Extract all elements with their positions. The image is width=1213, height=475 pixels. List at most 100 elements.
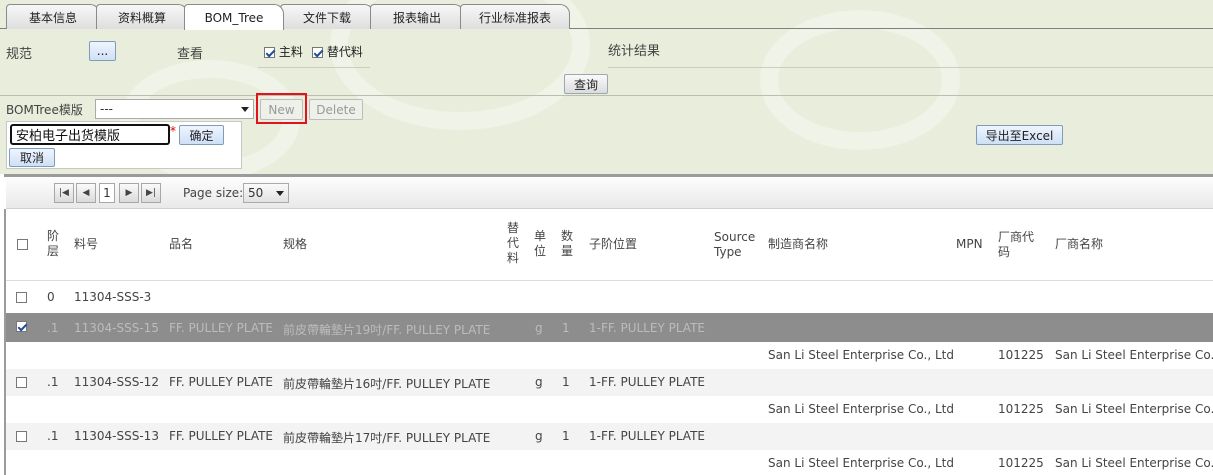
divider xyxy=(608,67,1213,68)
cell-spec: 前皮帶輪墊片16吋/FF. PULLEY PLATE xyxy=(283,377,491,391)
cell-vendor-code: 101225 xyxy=(998,402,1044,416)
cell-qty: 1 xyxy=(562,321,570,335)
row-checkbox[interactable] xyxy=(16,377,27,388)
row-checkbox[interactable] xyxy=(16,321,27,332)
cell-vendor-name: San Li Steel Enterprise Co., L xyxy=(1055,348,1213,362)
table-row[interactable]: .1 11304-SSS-12 FF. PULLEY PLATE 前皮帶輪墊片1… xyxy=(6,369,1213,396)
tab-industry-report[interactable]: 行业标准报表 xyxy=(460,4,570,29)
column-header-substitute[interactable]: 替代料 xyxy=(507,221,519,266)
filter-panel: 基本信息 资料概算 BOM_Tree 文件下载 报表输出 行业标准报表 规范 .… xyxy=(0,0,1213,174)
column-header-source-type[interactable]: Source Type xyxy=(714,230,762,260)
vendor-row: San Li Steel Enterprise Co., Ltd 101225 … xyxy=(6,450,1213,475)
cell-manufacturer: San Li Steel Enterprise Co., Ltd xyxy=(768,348,954,362)
cell-vendor-name: San Li Steel Enterprise Co., L xyxy=(1055,456,1213,470)
template-name-input[interactable]: 安柏电子出货模版 xyxy=(10,124,170,145)
vendor-row: San Li Steel Enterprise Co., Ltd 101225 … xyxy=(6,396,1213,423)
next-page-icon[interactable]: ▶ xyxy=(119,183,139,203)
delete-button[interactable]: Delete xyxy=(309,99,363,120)
view-label: 查看 xyxy=(177,47,204,62)
column-header-manufacturer[interactable]: 制造商名称 xyxy=(768,237,828,252)
tab-basic-info[interactable]: 基本信息 xyxy=(6,4,100,29)
cell-part-no: 11304-SSS-12 xyxy=(74,375,159,389)
cell-sub-position: 1-FF. PULLEY PLATE xyxy=(589,375,705,389)
cell-level: .1 xyxy=(47,429,59,443)
page-size-select[interactable]: 50 xyxy=(243,183,289,203)
pager: |◀ ◀ 1 ▶ ▶| Page size: 50 xyxy=(6,177,1213,209)
column-header-qty[interactable]: 数量 xyxy=(561,229,573,259)
template-label: BOMTree模版 xyxy=(6,103,83,117)
required-mark: * xyxy=(170,124,176,138)
export-excel-button[interactable]: 导出至Excel xyxy=(976,125,1063,145)
column-header-unit[interactable]: 单位 xyxy=(534,229,546,259)
column-header-part-no[interactable]: 料号 xyxy=(74,237,98,252)
background-swirl xyxy=(760,10,960,150)
cell-vendor-code: 101225 xyxy=(998,456,1044,470)
cell-name: FF. PULLEY PLATE xyxy=(169,375,274,389)
cell-spec: 前皮帶輪墊片17吋/FF. PULLEY PLATE xyxy=(283,431,491,445)
page-size-value: 50 xyxy=(248,186,264,200)
tab-data-estimate[interactable]: 资料概算 xyxy=(96,4,188,29)
column-header-vendor-code[interactable]: 厂商代码 xyxy=(998,230,1042,260)
column-header-spec[interactable]: 规格 xyxy=(283,237,307,252)
table-row[interactable]: 0 11304-SSS-3 xyxy=(6,284,1213,311)
grid-header: 阶层 料号 品名 规格 替代料 单位 数量 子阶位置 Source Type 制… xyxy=(6,209,1213,281)
cell-level: 0 xyxy=(47,290,55,304)
stats-label: 统计结果 xyxy=(608,44,661,59)
substitute-checkbox[interactable] xyxy=(312,47,323,58)
cell-sub-position: 1-FF. PULLEY PLATE xyxy=(589,321,705,335)
cell-manufacturer: San Li Steel Enterprise Co., Ltd xyxy=(768,402,954,416)
table-row-selected[interactable]: .1 11304-SSS-15 FF. PULLEY PLATE 前皮帶輪墊片1… xyxy=(6,313,1213,342)
cell-name: FF. PULLEY PLATE xyxy=(169,429,274,443)
tab-bom-tree[interactable]: BOM_Tree xyxy=(184,4,284,30)
divider xyxy=(258,67,370,68)
cell-qty: 1 xyxy=(562,375,570,389)
cell-unit: g xyxy=(535,375,543,389)
column-header-sub-position[interactable]: 子阶位置 xyxy=(589,237,637,252)
column-header-name[interactable]: 品名 xyxy=(169,237,193,252)
chevron-down-icon xyxy=(241,107,249,112)
cell-name: FF. PULLEY PLATE xyxy=(169,321,274,335)
main-material-label: 主料 xyxy=(278,45,303,59)
divider xyxy=(0,95,1213,96)
column-header-level[interactable]: 阶层 xyxy=(47,229,59,259)
cell-part-no: 11304-SSS-15 xyxy=(74,321,159,335)
cell-vendor-code: 101225 xyxy=(998,348,1044,362)
cell-unit: g xyxy=(535,429,543,443)
tab-file-download[interactable]: 文件下载 xyxy=(280,4,374,29)
cell-level: .1 xyxy=(47,321,59,335)
substitute-label: 替代料 xyxy=(326,45,363,59)
cell-part-no: 11304-SSS-3 xyxy=(74,290,152,304)
cell-sub-position: 1-FF. PULLEY PLATE xyxy=(589,429,705,443)
last-page-icon[interactable]: ▶| xyxy=(141,183,161,203)
cell-part-no: 11304-SSS-13 xyxy=(74,429,159,443)
main-material-checkbox[interactable] xyxy=(264,47,275,58)
page-size-label: Page size: xyxy=(183,186,244,200)
row-checkbox[interactable] xyxy=(16,431,27,442)
cell-qty: 1 xyxy=(562,429,570,443)
cell-unit: g xyxy=(535,321,543,335)
select-all-checkbox[interactable] xyxy=(17,239,28,250)
substitute-option[interactable]: 替代料 xyxy=(312,43,363,60)
template-select[interactable]: --- xyxy=(95,99,254,119)
query-button[interactable]: 查询 xyxy=(564,74,608,94)
column-header-vendor-name[interactable]: 厂商名称 xyxy=(1055,237,1103,252)
vendor-row: San Li Steel Enterprise Co., Ltd 101225 … xyxy=(6,342,1213,369)
new-template-popup: 安柏电子出货模版 * 确定 取消 xyxy=(6,121,242,169)
first-page-icon[interactable]: |◀ xyxy=(54,183,74,203)
current-page[interactable]: 1 xyxy=(99,183,115,203)
browse-button[interactable]: ... xyxy=(89,41,116,61)
column-header-mpn[interactable]: MPN xyxy=(956,237,983,252)
highlight-outline xyxy=(256,93,307,124)
cell-level: .1 xyxy=(47,375,59,389)
cancel-button[interactable]: 取消 xyxy=(9,148,55,167)
main-material-option[interactable]: 主料 xyxy=(264,43,303,60)
row-checkbox[interactable] xyxy=(16,292,27,303)
tab-bar: 基本信息 资料概算 BOM_Tree 文件下载 报表输出 行业标准报表 xyxy=(0,4,1213,30)
table-row[interactable]: .1 11304-SSS-13 FF. PULLEY PLATE 前皮帶輪墊片1… xyxy=(6,423,1213,450)
cell-manufacturer: San Li Steel Enterprise Co., Ltd xyxy=(768,456,954,470)
cell-spec: 前皮帶輪墊片19吋/FF. PULLEY PLATE xyxy=(283,323,491,337)
tab-report-output[interactable]: 报表输出 xyxy=(370,4,464,29)
cell-vendor-name: San Li Steel Enterprise Co., L xyxy=(1055,402,1213,416)
prev-page-icon[interactable]: ◀ xyxy=(76,183,96,203)
confirm-button[interactable]: 确定 xyxy=(179,125,224,145)
